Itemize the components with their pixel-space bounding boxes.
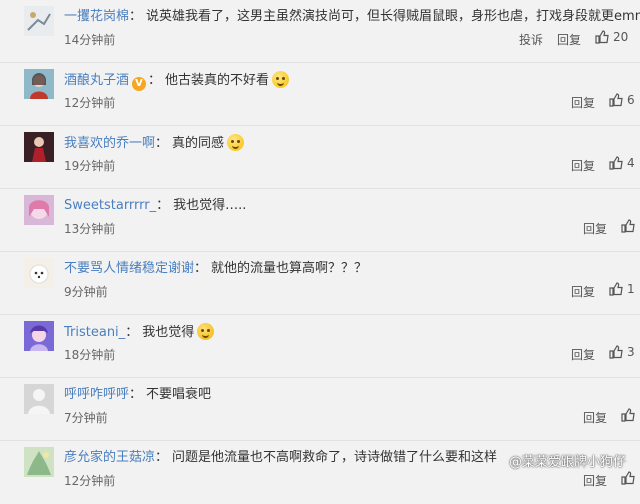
- username-link[interactable]: 我喜欢的乔一啊: [64, 136, 155, 151]
- colon: ：: [129, 387, 143, 402]
- comment-actions: 回复 1: [571, 282, 635, 300]
- like-count: 1: [627, 282, 635, 296]
- thumbs-up-icon: [609, 345, 623, 359]
- like-count: 3: [627, 345, 635, 359]
- comment-item: Tristeani_： 我也觉得 18分钟前 回复 3: [0, 315, 640, 378]
- like-button[interactable]: 1: [609, 282, 635, 296]
- comment-item: Sweetstarrrrr_： 我也觉得….. 13分钟前 回复: [0, 189, 640, 252]
- timestamp: 12分钟前: [64, 474, 116, 488]
- comment-text: 说英雄我看了，这男主虽然演技尚可，但长得贼眉鼠眼，身形也虐，打戏身段就更emmm: [146, 9, 640, 24]
- thumbs-up-icon: [595, 30, 609, 44]
- comment-item: 不要骂人情绪稳定谢谢： 就他的流量也算高啊？？？ 9分钟前 回复 1: [0, 252, 640, 315]
- username-link[interactable]: 酒酿丸子酒: [64, 73, 129, 88]
- username-link[interactable]: 一攫花岗棉: [64, 9, 129, 24]
- comment-text: 就他的流量也算高啊？？？: [211, 261, 368, 276]
- timestamp: 12分钟前: [64, 96, 116, 110]
- verified-badge-icon: V: [132, 77, 147, 91]
- comment-line: Sweetstarrrrr_： 我也觉得…..: [64, 197, 246, 215]
- avatar[interactable]: [24, 69, 54, 99]
- comment-line: 不要骂人情绪稳定谢谢： 就他的流量也算高啊？？？: [64, 260, 367, 278]
- comment-text: 问题是他流量也不高啊救命了，诗诗做错了什么要和这样: [172, 450, 498, 465]
- like-count: 4: [627, 156, 635, 170]
- comment-item: 我喜欢的乔一啊： 真的同感 19分钟前 回复 4: [0, 126, 640, 189]
- comment-actions: 回复 6: [571, 93, 635, 111]
- thumbs-up-icon: [621, 408, 635, 422]
- comment-actions: 回复: [583, 219, 639, 237]
- comment-text: 他古装真的不好看: [165, 73, 270, 88]
- comment-line: 酒酿丸子酒 V：他古装真的不好看: [64, 71, 290, 91]
- colon: ：: [125, 325, 139, 340]
- avatar[interactable]: [24, 132, 54, 162]
- comment-item: 呼呼咋呼呼： 不要唱衰吧 7分钟前 回复: [0, 378, 640, 441]
- comment-text: 不要唱衰吧: [146, 387, 212, 402]
- comment-item: 酒酿丸子酒 V：他古装真的不好看 12分钟前 回复 6: [0, 63, 640, 126]
- comment-line: Tristeani_： 我也觉得: [64, 323, 215, 342]
- reply-button[interactable]: 回复: [571, 159, 595, 173]
- timestamp: 13分钟前: [64, 222, 116, 236]
- username-link[interactable]: 呼呼咋呼呼: [64, 387, 129, 402]
- report-button[interactable]: 投诉: [519, 33, 543, 47]
- thumbs-up-icon: [609, 282, 623, 296]
- like-count: 6: [627, 93, 635, 107]
- reply-button[interactable]: 回复: [571, 348, 595, 362]
- avatar[interactable]: [24, 6, 54, 36]
- reply-button[interactable]: 回复: [583, 474, 607, 488]
- comment-text: 真的同感: [172, 136, 225, 151]
- comment-line: 我喜欢的乔一啊： 真的同感: [64, 134, 245, 153]
- avatar[interactable]: [24, 195, 54, 225]
- comment-actions: 回复 4: [571, 156, 635, 174]
- username-link[interactable]: Sweetstarrrrr_: [64, 198, 156, 213]
- like-button[interactable]: [621, 408, 639, 422]
- comment-line: 一攫花岗棉： 说英雄我看了，这男主虽然演技尚可，但长得贼眉鼠眼，身形也虐，打戏身段…: [64, 8, 640, 26]
- username-link[interactable]: Tristeani_: [64, 325, 125, 340]
- comment-actions: 回复: [583, 408, 639, 426]
- like-button[interactable]: 6: [609, 93, 635, 107]
- like-button[interactable]: 4: [609, 156, 635, 170]
- comment-item: 一攫花岗棉： 说英雄我看了，这男主虽然演技尚可，但长得贼眉鼠眼，身形也虐，打戏身段…: [0, 0, 640, 63]
- comment-text: 我也觉得…..: [173, 198, 247, 213]
- reply-button[interactable]: 回复: [571, 285, 595, 299]
- thumbs-up-icon: [621, 219, 635, 233]
- like-button[interactable]: 20: [595, 30, 628, 44]
- comment-line: 呼呼咋呼呼： 不要唱衰吧: [64, 386, 211, 404]
- colon: ：: [194, 261, 208, 276]
- colon: ：: [155, 136, 169, 151]
- colon: ：: [156, 198, 170, 213]
- avatar[interactable]: [24, 384, 54, 414]
- comment-text: 我也觉得: [142, 325, 195, 340]
- comment-line: 彦允家的王菇凉： 问题是他流量也不高啊救命了，诗诗做错了什么要和这样: [64, 449, 497, 467]
- like-button[interactable]: [621, 471, 639, 485]
- timestamp: 7分钟前: [64, 411, 108, 425]
- colon: ：: [155, 450, 169, 465]
- comment-actions: 回复 3: [571, 345, 635, 363]
- avatar[interactable]: [24, 447, 54, 477]
- watermark: @菜菜爱跟牌小狗仔: [508, 455, 626, 470]
- comment-actions: 投诉 回复 20: [519, 30, 628, 48]
- colon: ：: [148, 73, 162, 88]
- like-button[interactable]: [621, 219, 639, 233]
- username-link[interactable]: 彦允家的王菇凉: [64, 450, 155, 465]
- comment-actions: 回复: [583, 471, 639, 489]
- thumbs-up-icon: [609, 93, 623, 107]
- reply-button[interactable]: 回复: [571, 96, 595, 110]
- avatar[interactable]: [24, 321, 54, 351]
- timestamp: 14分钟前: [64, 33, 116, 47]
- timestamp: 19分钟前: [64, 159, 116, 173]
- smile-emoji-icon: [227, 134, 245, 151]
- colon: ：: [129, 9, 143, 24]
- reply-button[interactable]: 回复: [583, 411, 607, 425]
- smile-emoji-icon: [272, 71, 290, 88]
- like-count: 20: [613, 30, 629, 44]
- crying-emoji-icon: [197, 323, 215, 340]
- avatar[interactable]: [24, 258, 54, 288]
- timestamp: 9分钟前: [64, 285, 108, 299]
- thumbs-up-icon: [621, 471, 635, 485]
- reply-button[interactable]: 回复: [557, 33, 581, 47]
- timestamp: 18分钟前: [64, 348, 116, 362]
- username-link[interactable]: 不要骂人情绪稳定谢谢: [64, 261, 194, 276]
- like-button[interactable]: 3: [609, 345, 635, 359]
- reply-button[interactable]: 回复: [583, 222, 607, 236]
- thumbs-up-icon: [609, 156, 623, 170]
